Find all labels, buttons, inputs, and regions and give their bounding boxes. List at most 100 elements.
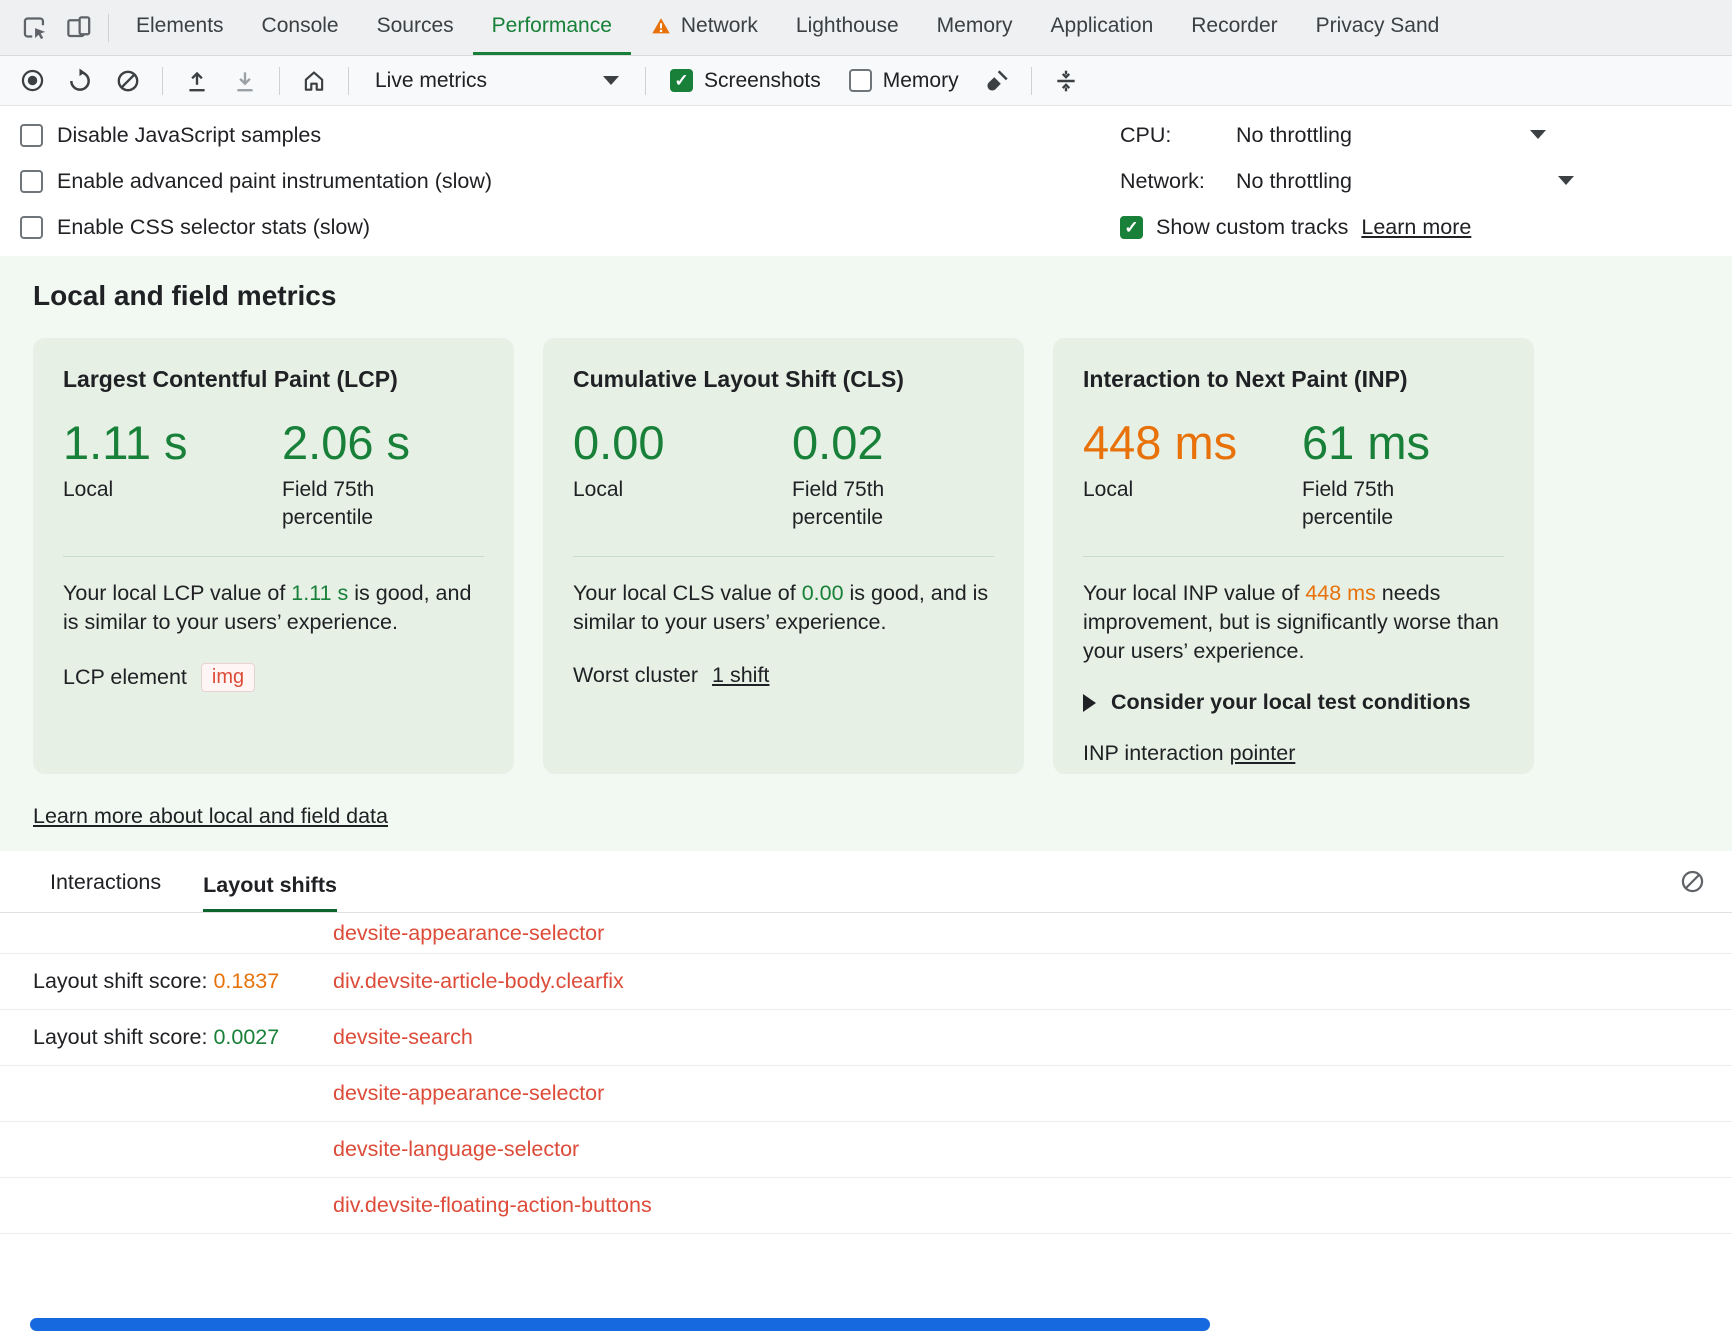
divider [1031,67,1032,95]
lcp-card: Largest Contentful Paint (LCP) 1.11 s Lo… [33,338,514,774]
shift-node-link[interactable]: devsite-search [333,1025,473,1050]
shift-node-link[interactable]: devsite-language-selector [333,1137,579,1162]
clear-icon [115,68,141,94]
worst-cluster-link[interactable]: 1 shift [712,663,769,688]
divider [63,556,484,557]
tab-memory[interactable]: Memory [918,0,1032,55]
capture-settings: Disable JavaScript samples Enable advanc… [0,106,1732,256]
collect-garbage-button[interactable] [975,60,1019,102]
layout-shift-row[interactable]: devsite-language-selector [0,1122,1732,1178]
shift-node-link[interactable]: devsite-appearance-selector [333,1081,604,1106]
lcp-element-row: LCP element img [63,663,484,692]
layout-shift-row[interactable]: Layout shift score: 0.0027 devsite-searc… [0,1010,1732,1066]
inp-field-group: 61 ms Field 75th percentile [1302,417,1521,532]
load-profile-button[interactable] [175,60,219,102]
reload-and-record-button[interactable] [58,60,102,102]
inp-field-label: Field 75th percentile [1302,476,1427,533]
screenshots-checkbox-row[interactable]: Screenshots [658,69,833,93]
network-throttling-value[interactable]: No throttling [1236,169,1352,194]
device-toolbar-button[interactable] [56,0,100,55]
clear-button[interactable] [106,60,150,102]
learn-more-local-field-link[interactable]: Learn more about local and field data [33,804,388,829]
shift-node-link[interactable]: div.devsite-article-body.clearfix [333,969,624,994]
tab-label: Lighthouse [796,14,899,38]
cls-field-label: Field 75th percentile [792,476,917,533]
shift-score-value: 0.1837 [213,969,279,993]
divider [279,67,280,95]
record-button[interactable] [10,60,54,102]
tab-recorder[interactable]: Recorder [1172,0,1296,55]
disclosure-label: Consider your local test conditions [1111,690,1471,715]
reload-icon [67,68,93,94]
inspect-icon [21,14,48,41]
clear-log-button[interactable] [1679,868,1706,895]
tab-label: Network [681,14,758,38]
lcp-element-node-chip[interactable]: img [201,663,255,692]
network-throttling-row[interactable]: Network: No throttling [1120,158,1572,204]
memory-checkbox-row[interactable]: Memory [837,69,971,93]
lcp-element-label: LCP element [63,665,187,690]
show-custom-tracks-label: Show custom tracks [1156,215,1348,240]
learn-more-link[interactable]: Learn more [1361,215,1471,240]
devtools-window: Elements Console Sources Performance Net… [0,0,1732,1332]
shift-score-value: 0.0027 [213,1025,279,1049]
tab-lighthouse[interactable]: Lighthouse [777,0,918,55]
tab-label: Console [262,14,339,38]
layout-shift-row[interactable]: devsite-appearance-selector [0,913,1732,954]
tab-label: Performance [492,14,612,38]
live-metrics-home-button[interactable] [292,60,336,102]
horizontal-scrollbar-thumb[interactable] [30,1318,1210,1331]
performance-toolbar: Live metrics Screenshots Memory [0,56,1732,106]
lcp-field-value: 2.06 s [282,417,501,469]
desc-text: Your local CLS value of [573,581,802,605]
collect-garbage-icon [984,68,1010,94]
inspect-element-button[interactable] [12,0,56,55]
tab-network[interactable]: Network [631,0,777,55]
save-profile-button[interactable] [223,60,267,102]
cls-values: 0.00 Local 0.02 Field 75th percentile [573,417,994,532]
cpu-throttling-row[interactable]: CPU: No throttling [1120,112,1572,158]
tab-label: Application [1051,14,1154,38]
inp-card-title: Interaction to Next Paint (INP) [1083,366,1504,393]
tab-privacy-sandbox[interactable]: Privacy Sand [1297,0,1459,55]
inp-local-label: Local [1083,476,1208,504]
layout-shift-row[interactable]: devsite-appearance-selector [0,1066,1732,1122]
checkbox-checked-icon[interactable] [670,69,693,92]
cls-card: Cumulative Layout Shift (CLS) 0.00 Local… [543,338,1024,774]
layout-shift-row[interactable]: Layout shift score: 0.1837 div.devsite-a… [0,954,1732,1010]
desc-value: 448 ms [1305,581,1376,605]
checkbox-unchecked-icon[interactable] [849,69,872,92]
lcp-local-value: 1.11 s [63,417,282,469]
shift-node-link[interactable]: devsite-appearance-selector [333,921,604,946]
history-dropdown[interactable]: Live metrics [361,69,633,93]
checkbox-unchecked-icon[interactable] [20,170,43,193]
warning-icon [650,15,672,37]
tab-sources[interactable]: Sources [358,0,473,55]
checkbox-unchecked-icon[interactable] [20,216,43,239]
checkbox-unchecked-icon[interactable] [20,124,43,147]
cpu-throttling-value[interactable]: No throttling [1236,123,1352,148]
local-test-conditions-disclosure[interactable]: Consider your local test conditions [1083,690,1504,715]
shift-score-label: Layout shift score: [33,969,213,993]
css-selector-stats-row[interactable]: Enable CSS selector stats (slow) [8,204,492,250]
tab-layout-shifts[interactable]: Layout shifts [203,873,337,912]
advanced-paint-row[interactable]: Enable advanced paint instrumentation (s… [8,158,492,204]
checkbox-checked-icon[interactable] [1120,216,1143,239]
disable-js-samples-row[interactable]: Disable JavaScript samples [8,112,492,158]
disclosure-triangle-icon [1083,694,1096,712]
worst-cluster-label: Worst cluster [573,663,698,688]
tab-elements[interactable]: Elements [117,0,243,55]
shift-node-link[interactable]: div.devsite-floating-action-buttons [333,1193,652,1218]
layout-shift-row[interactable]: div.devsite-floating-action-buttons [0,1178,1732,1234]
tab-console[interactable]: Console [243,0,358,55]
tab-application[interactable]: Application [1032,0,1173,55]
show-custom-tracks-row[interactable]: Show custom tracks Learn more [1120,204,1572,250]
fit-view-button[interactable] [1044,60,1088,102]
inp-interaction-label: INP interaction [1083,741,1224,765]
inp-interaction-link[interactable]: pointer [1230,741,1296,765]
device-toolbar-icon [65,14,92,41]
tab-performance[interactable]: Performance [473,0,631,55]
cls-local-value: 0.00 [573,417,792,469]
tab-interactions[interactable]: Interactions [50,870,161,912]
memory-label: Memory [883,69,959,93]
